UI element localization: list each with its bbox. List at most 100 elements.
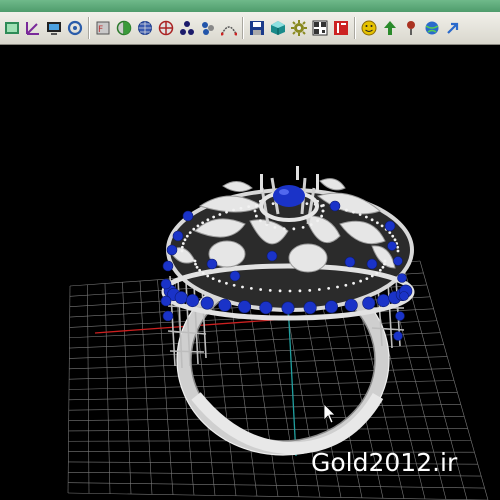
bead [193,259,197,263]
bead [391,234,395,238]
bead [249,287,253,290]
blue-gem [186,294,200,308]
axis-icon [26,22,39,35]
bead [308,288,312,292]
gem-cluster-button[interactable] [198,17,218,39]
ring-model[interactable] [160,166,415,456]
bead [358,213,362,216]
bead [218,213,222,216]
grid-sphere-button[interactable] [135,17,155,39]
mouse-cursor [323,403,336,424]
bead [375,221,379,225]
bead [180,245,184,249]
bead [254,204,258,208]
bead [211,277,215,281]
bead [206,218,210,222]
book-icon [334,21,348,35]
axis-button[interactable] [23,17,43,39]
bead [352,281,355,285]
bead [271,202,275,205]
bead [359,279,362,283]
monitor-button[interactable] [44,17,64,39]
bead [273,225,277,229]
blue-gem [200,296,214,310]
blue-gem [366,258,378,270]
cube-button[interactable] [268,17,288,39]
smiley-icon [361,20,377,36]
bead [196,224,200,228]
arrow-up-right-button[interactable] [443,17,463,39]
bead [309,223,313,227]
blue-gem [206,258,218,270]
bead [198,268,202,272]
arrow-up-button[interactable] [380,17,400,39]
blue-gem [229,270,241,282]
bead [195,265,199,269]
scene-canvas[interactable] [0,46,500,500]
bead [320,214,324,218]
bead [288,289,292,293]
pin-icon [407,21,415,35]
bead [381,265,385,269]
render-view-button[interactable] [2,17,22,39]
blue-gem [162,260,174,272]
pin-button[interactable] [401,17,421,39]
sphere-cross-button[interactable] [156,17,176,39]
bead [388,231,392,235]
bead [254,214,258,218]
gear-button[interactable] [289,17,309,39]
split-view-button[interactable] [114,17,134,39]
blue-gem [376,294,390,308]
bead [336,285,339,289]
refresh-icon [67,20,83,36]
y-axis-line [287,302,297,457]
bead [247,205,251,209]
grid-sphere-icon [138,21,152,35]
bead [268,288,272,292]
bead [258,219,262,223]
bead [212,215,216,219]
bead [396,249,400,253]
bead [305,202,309,205]
book-button[interactable] [331,17,351,39]
blue-gem [399,291,409,301]
blue-gem [344,298,358,312]
bead [253,209,257,213]
save-button[interactable] [247,17,267,39]
watermark-text: Gold2012.ir [311,448,458,477]
molecule-icon [180,21,194,35]
layer-button[interactable]: F [93,17,113,39]
blue-gem [172,230,184,242]
bead [378,268,382,272]
bead [206,274,210,278]
blue-gem [259,301,273,315]
bead [259,288,263,291]
gear-icon [291,20,307,36]
bead [188,231,192,235]
qr-button[interactable] [310,17,330,39]
arrow-up-right-icon [447,22,459,34]
blue-gem [160,278,172,290]
bead [301,225,305,229]
bead [232,208,235,212]
bead [364,215,368,219]
bead [181,242,185,245]
qr-icon [312,20,328,36]
blue-gem [303,301,317,315]
bead [194,262,197,266]
blue-gem [395,311,405,321]
bead [201,271,205,275]
molecule-button[interactable] [177,17,197,39]
3d-viewport[interactable] [0,46,500,500]
blue-gem [329,200,341,212]
bead [282,227,286,231]
refresh-button[interactable] [65,17,85,39]
blue-gem [393,331,403,341]
main-toolbar: F [0,12,500,45]
bead [352,210,355,214]
smiley-button[interactable] [359,17,379,39]
globe-button[interactable] [422,17,442,39]
curve-button[interactable] [219,17,239,39]
bead [375,271,379,275]
blue-gem [174,291,188,305]
